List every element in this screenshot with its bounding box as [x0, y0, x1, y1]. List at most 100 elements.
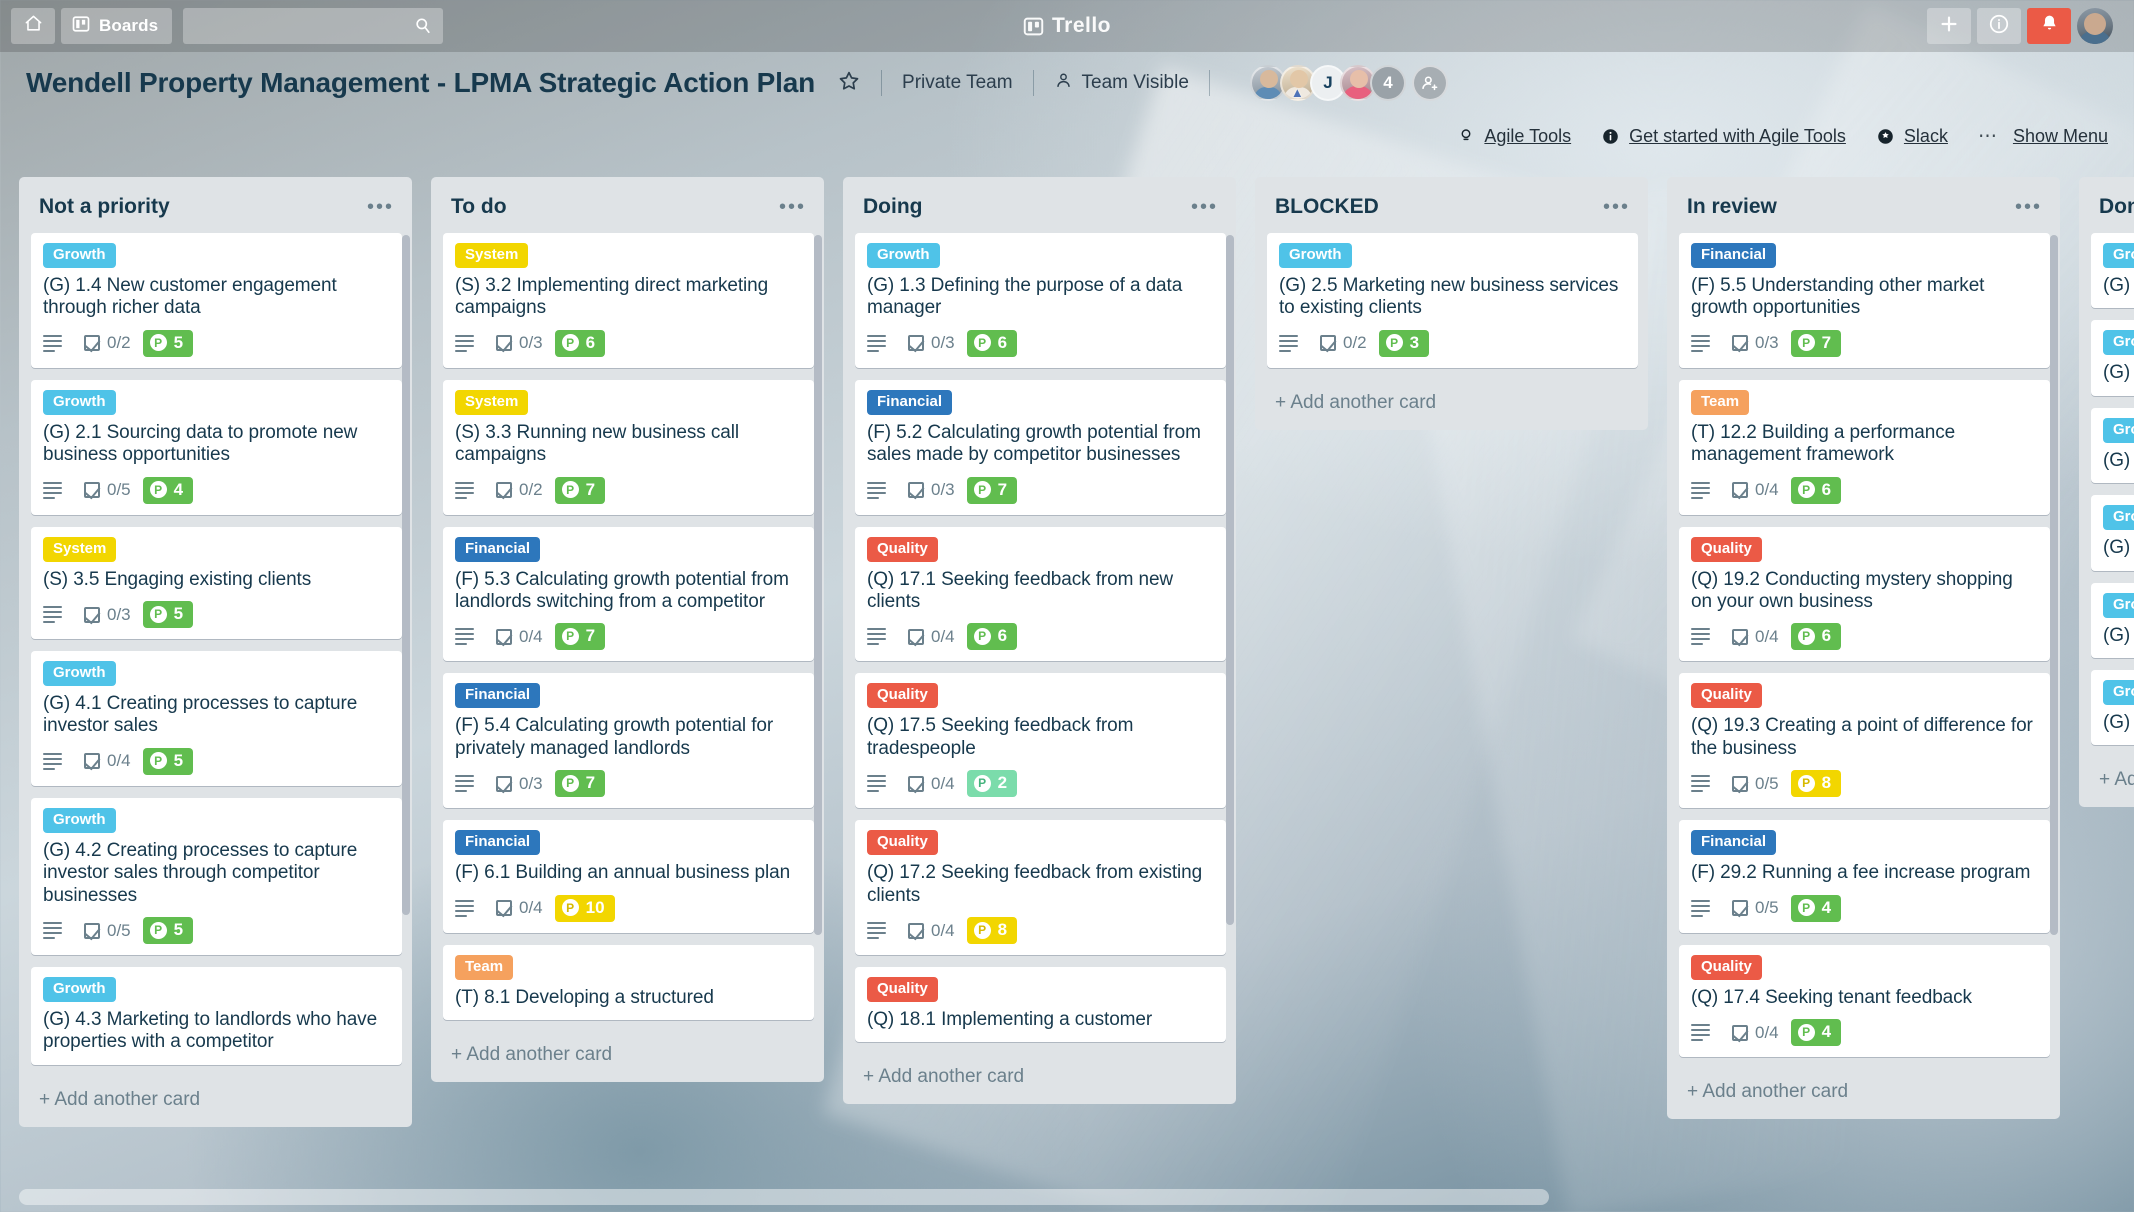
card[interactable]: Financial (F) 5.3 Calculating growth pote…: [443, 526, 814, 662]
list-menu-icon[interactable]: •••: [2015, 197, 2042, 217]
list-cards[interactable]: Growth (G) 1.1 Collecting data Growth (G) 1…: [2079, 233, 2134, 757]
card[interactable]: Growth (G) 1.1 Collecting data: [2091, 233, 2134, 309]
card-label[interactable]: System: [455, 389, 529, 415]
card[interactable]: Team (T) 8.1 Developing a structured: [443, 944, 814, 1021]
list-menu-icon[interactable]: •••: [1603, 197, 1630, 217]
card[interactable]: Growth (G) 2.3 Creating presentations: [2091, 495, 2134, 571]
add-another-card-button[interactable]: + Add another card: [1255, 380, 1648, 430]
card-label[interactable]: Growth: [43, 243, 116, 268]
list-cards[interactable]: Growth (G) 2.5 Marketing new business ser…: [1255, 233, 1648, 380]
card-label[interactable]: Financial: [455, 830, 541, 856]
story-points-badge[interactable]: P8: [1790, 770, 1842, 798]
list-not-a-priority[interactable]: Not a priority ••• Growth (G) 1.4 New custo…: [19, 177, 412, 1127]
card[interactable]: Growth (G) 2.4 Marketing to new markets: [2091, 582, 2134, 659]
card[interactable]: Quality (Q) 17.2 Seeking feedback from ex…: [855, 820, 1226, 956]
card-label[interactable]: Team: [1691, 389, 1750, 415]
add-member-button[interactable]: [1411, 65, 1448, 101]
add-another-card-button[interactable]: + Add another card: [843, 1054, 1236, 1104]
list-menu-icon[interactable]: •••: [367, 197, 394, 217]
card-label[interactable]: Growth: [1279, 243, 1352, 268]
card-label[interactable]: Team: [455, 954, 514, 980]
add-another-card-button[interactable]: + Add another card: [19, 1077, 412, 1127]
list-title[interactable]: Doing: [863, 195, 922, 219]
notifications-button[interactable]: [2027, 8, 2071, 44]
card[interactable]: Growth (G) 4.1 Creating processes to capt…: [31, 651, 402, 786]
card[interactable]: System (S) 3.3 Running new business call …: [443, 379, 814, 515]
list-scrollbar[interactable]: [1226, 235, 1234, 925]
card-label[interactable]: System: [43, 536, 117, 562]
story-points-badge[interactable]: P5: [142, 329, 194, 357]
card[interactable]: Financial (F) 5.2 Calculating growth pote…: [855, 379, 1226, 515]
card-label[interactable]: Growth: [867, 243, 940, 268]
story-points-badge[interactable]: P6: [1790, 476, 1842, 504]
card[interactable]: Growth (G) 1.4 New customer engagement th…: [31, 233, 402, 368]
card-label[interactable]: Financial: [455, 536, 541, 562]
card-label[interactable]: Quality: [1691, 683, 1762, 709]
story-points-badge[interactable]: P7: [554, 770, 606, 798]
story-points-badge[interactable]: P6: [966, 623, 1018, 651]
card[interactable]: Growth (G) 4.3 Marketing to landlords who…: [31, 967, 402, 1065]
card-label[interactable]: Quality: [867, 683, 938, 709]
card[interactable]: Quality (Q) 17.4 Seeking tenant feedback 0…: [1679, 944, 2050, 1058]
story-points-badge[interactable]: P6: [1790, 623, 1842, 651]
list-doing[interactable]: Doing ••• Growth (G) 1.3 Defining the purpo…: [843, 177, 1236, 1105]
list-in-review[interactable]: In review ••• Financial (F) 5.5 Understandi…: [1667, 177, 2060, 1120]
slack-link[interactable]: Slack: [1876, 126, 1948, 147]
card-label[interactable]: Growth: [43, 389, 116, 415]
list-cards[interactable]: Growth (G) 1.3 Defining the purpose of a …: [843, 233, 1236, 1054]
story-points-badge[interactable]: P5: [142, 747, 194, 775]
list-title[interactable]: Done: [2099, 195, 2134, 219]
story-points-badge[interactable]: P7: [1790, 329, 1842, 357]
card[interactable]: Quality (Q) 17.5 Seeking feedback from tr…: [855, 673, 1226, 809]
card-label[interactable]: Growth: [2103, 417, 2134, 443]
card-label[interactable]: Quality: [1691, 536, 1762, 562]
card-label[interactable]: Quality: [867, 977, 938, 1003]
card-label[interactable]: Growth: [2103, 243, 2134, 268]
add-another-card-button[interactable]: + Add another card: [1667, 1069, 2060, 1119]
ellipsis-icon[interactable]: ⋯: [1978, 125, 1999, 148]
list-scrollbar[interactable]: [814, 235, 822, 935]
board-lists-container[interactable]: Not a priority ••• Growth (G) 1.4 New custo…: [0, 162, 2134, 1184]
list-title[interactable]: Not a priority: [39, 195, 170, 219]
story-points-badge[interactable]: P4: [142, 476, 194, 504]
list-to-do[interactable]: To do ••• System (S) 3.2 Implementing direc…: [431, 177, 824, 1083]
card-label[interactable]: Growth: [2103, 592, 2134, 618]
story-points-badge[interactable]: P6: [966, 329, 1018, 357]
list-done[interactable]: Done•••Growth(G) 1.1 Collecting dataGrow…: [2079, 177, 2134, 808]
card[interactable]: Growth (G) 4.2 Creating processes to capt…: [31, 797, 402, 956]
search-input[interactable]: [183, 8, 444, 44]
card[interactable]: Financial (F) 29.2 Running a fee increase…: [1679, 820, 2050, 933]
card[interactable]: Growth (G) 1.2 Storing data: [2091, 320, 2134, 396]
card-label[interactable]: Financial: [867, 389, 953, 415]
card[interactable]: Team (T) 12.2 Building a performance mana…: [1679, 379, 2050, 515]
list-scrollbar[interactable]: [402, 235, 410, 915]
story-points-badge[interactable]: P4: [1790, 894, 1842, 922]
card[interactable]: Quality (Q) 19.2 Conducting mystery shopp…: [1679, 526, 2050, 662]
story-points-badge[interactable]: P3: [1378, 329, 1430, 357]
card-label[interactable]: Growth: [43, 977, 116, 1003]
story-points-badge[interactable]: P5: [142, 917, 194, 945]
get-started-link[interactable]: Get started with Agile Tools: [1601, 126, 1846, 147]
list-title[interactable]: To do: [451, 195, 507, 219]
member-overflow-count[interactable]: 4: [1369, 65, 1406, 101]
card[interactable]: Growth (G) 1.3 Defining the purpose of a …: [855, 233, 1226, 368]
list-blocked[interactable]: BLOCKED ••• Growth (G) 2.5 Marketing new bu…: [1255, 177, 1648, 430]
card-label[interactable]: Quality: [1691, 954, 1762, 980]
list-menu-icon[interactable]: •••: [779, 197, 806, 217]
card-label[interactable]: Financial: [455, 683, 541, 709]
avatar[interactable]: [2077, 8, 2113, 44]
story-points-badge[interactable]: P6: [554, 329, 606, 357]
card[interactable]: Growth (G) 2.2 Identifying target markets: [2091, 407, 2134, 484]
card-label[interactable]: System: [455, 243, 529, 268]
card[interactable]: Financial (F) 5.5 Understanding other mar…: [1679, 233, 2050, 368]
card-label[interactable]: Quality: [867, 830, 938, 856]
story-points-badge[interactable]: P2: [966, 770, 1018, 798]
show-menu-link[interactable]: Show Menu: [2013, 126, 2108, 147]
boards-button[interactable]: Boards: [61, 8, 173, 44]
list-cards[interactable]: Financial (F) 5.5 Understanding other mar…: [1667, 233, 2060, 1069]
card[interactable]: System (S) 3.2 Implementing direct market…: [443, 233, 814, 368]
card-label[interactable]: Growth: [2103, 330, 2134, 356]
home-button[interactable]: [11, 8, 55, 44]
add-another-card-button[interactable]: + Add another card: [2079, 757, 2134, 807]
story-points-badge[interactable]: P8: [966, 917, 1018, 945]
